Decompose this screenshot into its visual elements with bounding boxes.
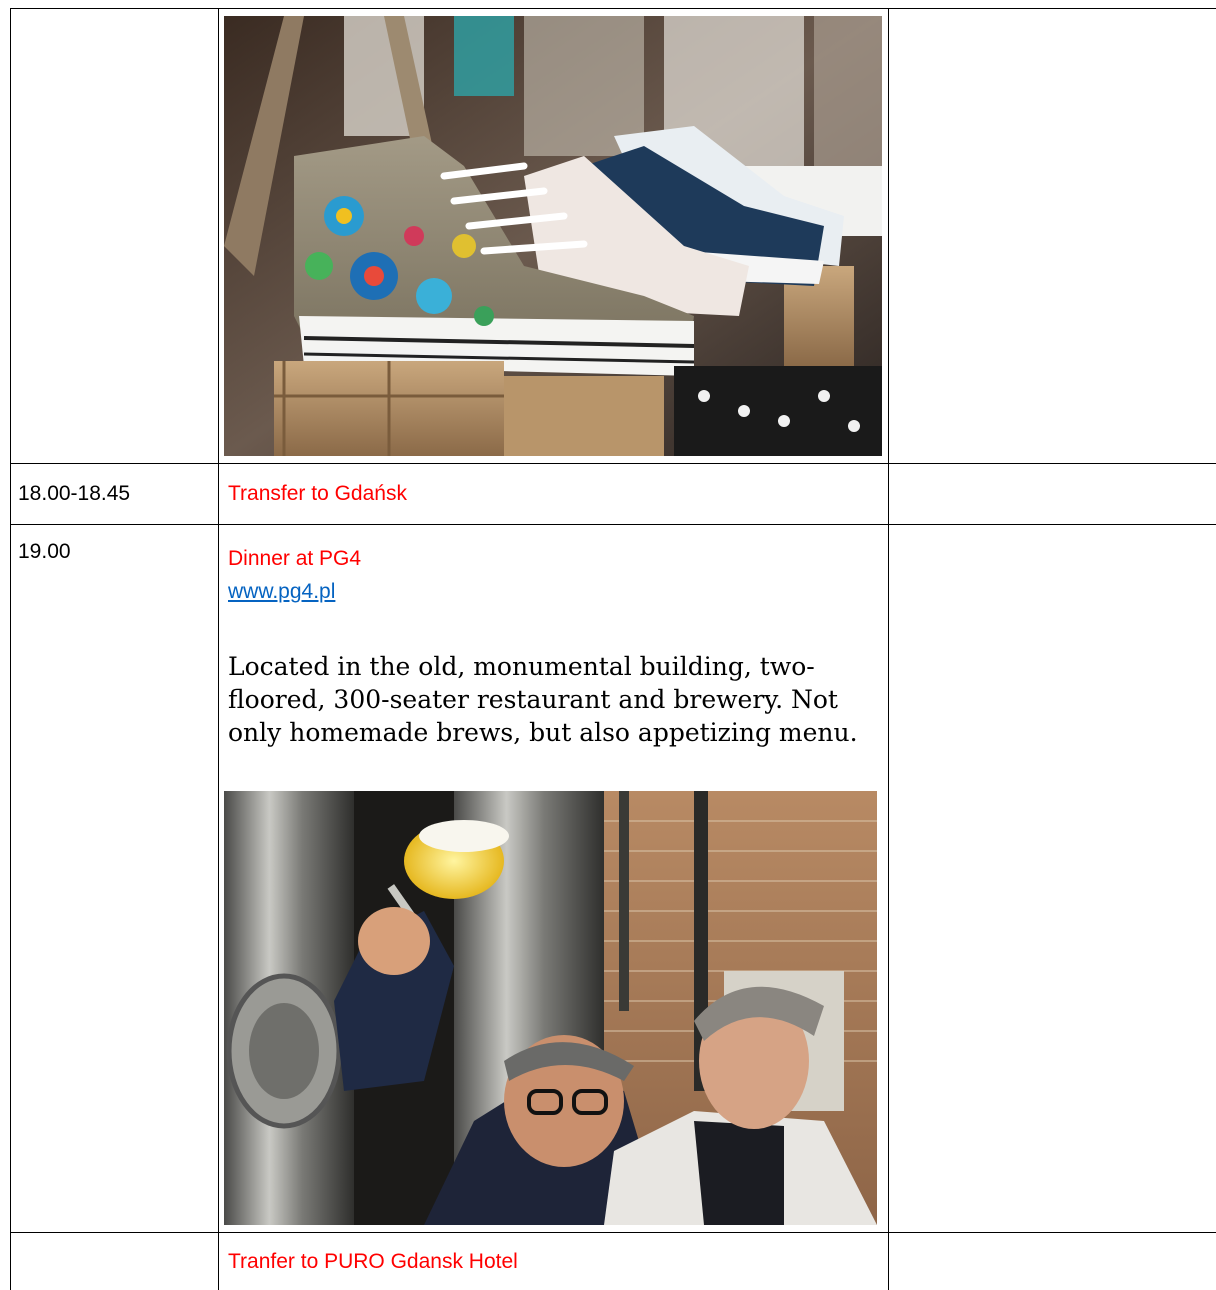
table-border xyxy=(10,463,1216,464)
row-time: 19.00 xyxy=(18,540,71,563)
restaurant-description: Located in the old, monumental building,… xyxy=(228,652,858,747)
table-border xyxy=(10,8,1216,9)
table-border xyxy=(218,8,219,1290)
brewery-photo xyxy=(224,791,877,1225)
row-time: 18.00-18.45 xyxy=(18,482,131,505)
table-border xyxy=(10,524,1216,525)
restaurant-link[interactable]: www.pg4.pl xyxy=(228,578,335,606)
activity-title: Transfer to Gdańsk xyxy=(228,482,407,505)
table-border xyxy=(10,8,11,1290)
sneakers-photo xyxy=(224,16,882,456)
table-border xyxy=(888,8,889,1290)
activity-title: Tranfer to PURO Gdansk Hotel xyxy=(228,1250,518,1273)
table-border xyxy=(10,1232,1216,1233)
activity-title: Dinner at PG4 xyxy=(228,547,362,570)
